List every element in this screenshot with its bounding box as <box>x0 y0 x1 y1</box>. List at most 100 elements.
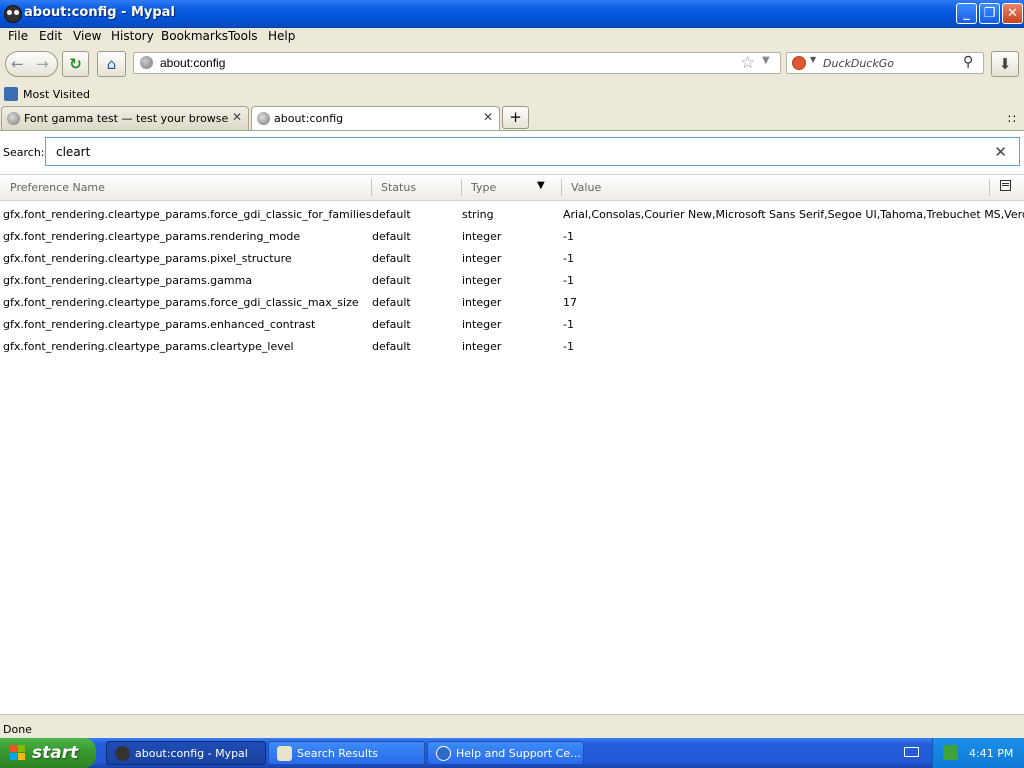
duckduckgo-engine-icon[interactable] <box>792 56 806 70</box>
task-label: Search Results <box>297 747 379 760</box>
table-row[interactable]: gfx.font_rendering.cleartype_params.clea… <box>0 336 1024 358</box>
column-picker-icon[interactable] <box>1000 180 1011 191</box>
tab-label: about:config <box>274 112 344 125</box>
pref-status: default <box>372 252 411 265</box>
table-row[interactable]: gfx.font_rendering.cleartype_params.pixe… <box>0 248 1024 270</box>
column-value[interactable]: Value <box>571 181 601 194</box>
table-row[interactable]: gfx.font_rendering.cleartype_params.rend… <box>0 226 1024 248</box>
url-text[interactable]: about:config <box>160 56 225 70</box>
menu-bookmarks[interactable]: Bookmarks <box>161 29 228 43</box>
pref-value: -1 <box>563 274 574 287</box>
pref-type: integer <box>462 274 502 287</box>
url-bar[interactable]: about:config ☆ ▼ <box>133 52 781 74</box>
filter-value[interactable]: cleart <box>56 145 90 159</box>
menu-view[interactable]: View <box>73 29 101 43</box>
column-preference-name[interactable]: Preference Name <box>10 181 105 194</box>
config-page: Search: cleart ✕ Preference Name Status … <box>0 130 1024 715</box>
menu-bar: File Edit View History Bookmarks Tools H… <box>0 27 1024 47</box>
pref-name: gfx.font_rendering.cleartype_params.forc… <box>3 296 359 309</box>
tab-close-icon[interactable]: ✕ <box>483 110 493 124</box>
pref-status: default <box>372 230 411 243</box>
search-results-task-icon <box>277 746 292 761</box>
maximize-button[interactable]: ❐ <box>979 3 1000 24</box>
home-icon[interactable]: ⌂ <box>97 51 126 77</box>
tab-globe-icon <box>7 112 20 125</box>
search-bar[interactable]: ▼ DuckDuckGo ⚲ <box>786 52 984 74</box>
search-label: Search: <box>3 146 45 159</box>
clear-filter-icon[interactable]: ✕ <box>994 143 1007 161</box>
taskbar-item-help-support[interactable]: Help and Support Ce... <box>427 741 584 765</box>
table-row[interactable]: gfx.font_rendering.cleartype_params.gamm… <box>0 270 1024 292</box>
pref-name: gfx.font_rendering.cleartype_params.gamm… <box>3 274 253 287</box>
network-tray-icon[interactable] <box>943 745 958 760</box>
tab-close-icon[interactable]: ✕ <box>232 110 242 124</box>
pref-name: gfx.font_rendering.cleartype_params.pixe… <box>3 252 292 265</box>
column-separator[interactable] <box>461 179 462 196</box>
tab-font-gamma-test[interactable]: Font gamma test — test your browser re..… <box>1 106 249 130</box>
pref-status: default <box>372 208 411 221</box>
keyboard-icon[interactable] <box>904 747 919 757</box>
url-history-dropdown-icon[interactable]: ▼ <box>762 55 770 66</box>
window-title: about:config - Mypal <box>24 5 175 20</box>
column-separator[interactable] <box>989 179 990 196</box>
windows-logo-icon <box>10 745 26 761</box>
downloads-button[interactable]: ⬇ <box>991 51 1019 77</box>
pref-type: integer <box>462 252 502 265</box>
new-tab-button[interactable]: + <box>502 106 529 129</box>
pref-status: default <box>372 340 411 353</box>
column-separator[interactable] <box>561 179 562 196</box>
menu-tools[interactable]: Tools <box>228 29 258 43</box>
column-separator[interactable] <box>371 179 372 196</box>
back-forward-group: ← → <box>5 51 58 77</box>
table-row[interactable]: gfx.font_rendering.cleartype_params.forc… <box>0 204 1024 226</box>
tab-about-config[interactable]: about:config ✕ <box>251 106 500 131</box>
pref-status: default <box>372 274 411 287</box>
pref-type: integer <box>462 296 502 309</box>
taskbar-item-search-results[interactable]: Search Results <box>268 741 425 765</box>
navigation-toolbar: ← → ↻ ⌂ about:config ☆ ▼ ▼ DuckDuckGo ⚲ … <box>0 47 1024 83</box>
start-button[interactable]: start <box>0 738 96 768</box>
minimize-button[interactable]: _ <box>956 3 977 24</box>
pref-name: gfx.font_rendering.cleartype_params.clea… <box>3 340 294 353</box>
preference-filter-input[interactable]: cleart ✕ <box>45 137 1020 166</box>
reload-icon[interactable]: ↻ <box>62 51 89 77</box>
tab-globe-icon <box>257 112 270 125</box>
pref-value: -1 <box>563 252 574 265</box>
bookmark-star-icon[interactable]: ☆ <box>740 53 755 73</box>
title-bar[interactable]: about:config - Mypal _ ❐ ✕ <box>0 0 1024 28</box>
pref-status: default <box>372 318 411 331</box>
windows-taskbar: start about:config - Mypal Search Result… <box>0 738 1024 768</box>
site-identity-globe-icon[interactable] <box>140 56 153 69</box>
table-row[interactable]: gfx.font_rendering.cleartype_params.forc… <box>0 292 1024 314</box>
start-label: start <box>32 743 79 763</box>
pref-value: -1 <box>563 340 574 353</box>
list-all-tabs-icon[interactable]: ∷ <box>1008 112 1016 126</box>
preferences-table-header: Preference Name Status Type ▼ Value <box>0 174 1024 201</box>
forward-arrow-icon[interactable]: → <box>36 52 49 76</box>
menu-file[interactable]: File <box>8 29 28 43</box>
menu-help[interactable]: Help <box>268 29 295 43</box>
clock[interactable]: 4:41 PM <box>969 747 1013 760</box>
menu-history[interactable]: History <box>111 29 154 43</box>
column-type[interactable]: Type <box>471 181 496 194</box>
column-status[interactable]: Status <box>381 181 416 194</box>
engine-dropdown-icon[interactable]: ▼ <box>810 55 816 64</box>
status-text: Done <box>3 723 32 736</box>
tab-strip: Font gamma test — test your browser re..… <box>0 106 1024 131</box>
pref-value: Arial,Consolas,Courier New,Microsoft San… <box>563 208 1024 221</box>
pref-type: integer <box>462 318 502 331</box>
sort-descending-icon: ▼ <box>537 180 545 191</box>
mypal-app-icon[interactable] <box>4 5 22 23</box>
taskbar-item-mypal[interactable]: about:config - Mypal <box>106 741 266 765</box>
tab-label: Font gamma test — test your browser re..… <box>24 112 229 125</box>
bookmark-most-visited[interactable]: Most Visited <box>23 88 90 101</box>
close-window-button[interactable]: ✕ <box>1002 3 1023 24</box>
back-arrow-icon[interactable]: ← <box>11 52 24 76</box>
table-row[interactable]: gfx.font_rendering.cleartype_params.enha… <box>0 314 1024 336</box>
menu-edit[interactable]: Edit <box>39 29 62 43</box>
bookmarks-toolbar: Most Visited <box>0 85 1024 105</box>
task-label: about:config - Mypal <box>135 747 248 760</box>
pref-value: -1 <box>563 318 574 331</box>
search-icon[interactable]: ⚲ <box>963 54 973 70</box>
search-input[interactable]: DuckDuckGo <box>823 57 894 70</box>
